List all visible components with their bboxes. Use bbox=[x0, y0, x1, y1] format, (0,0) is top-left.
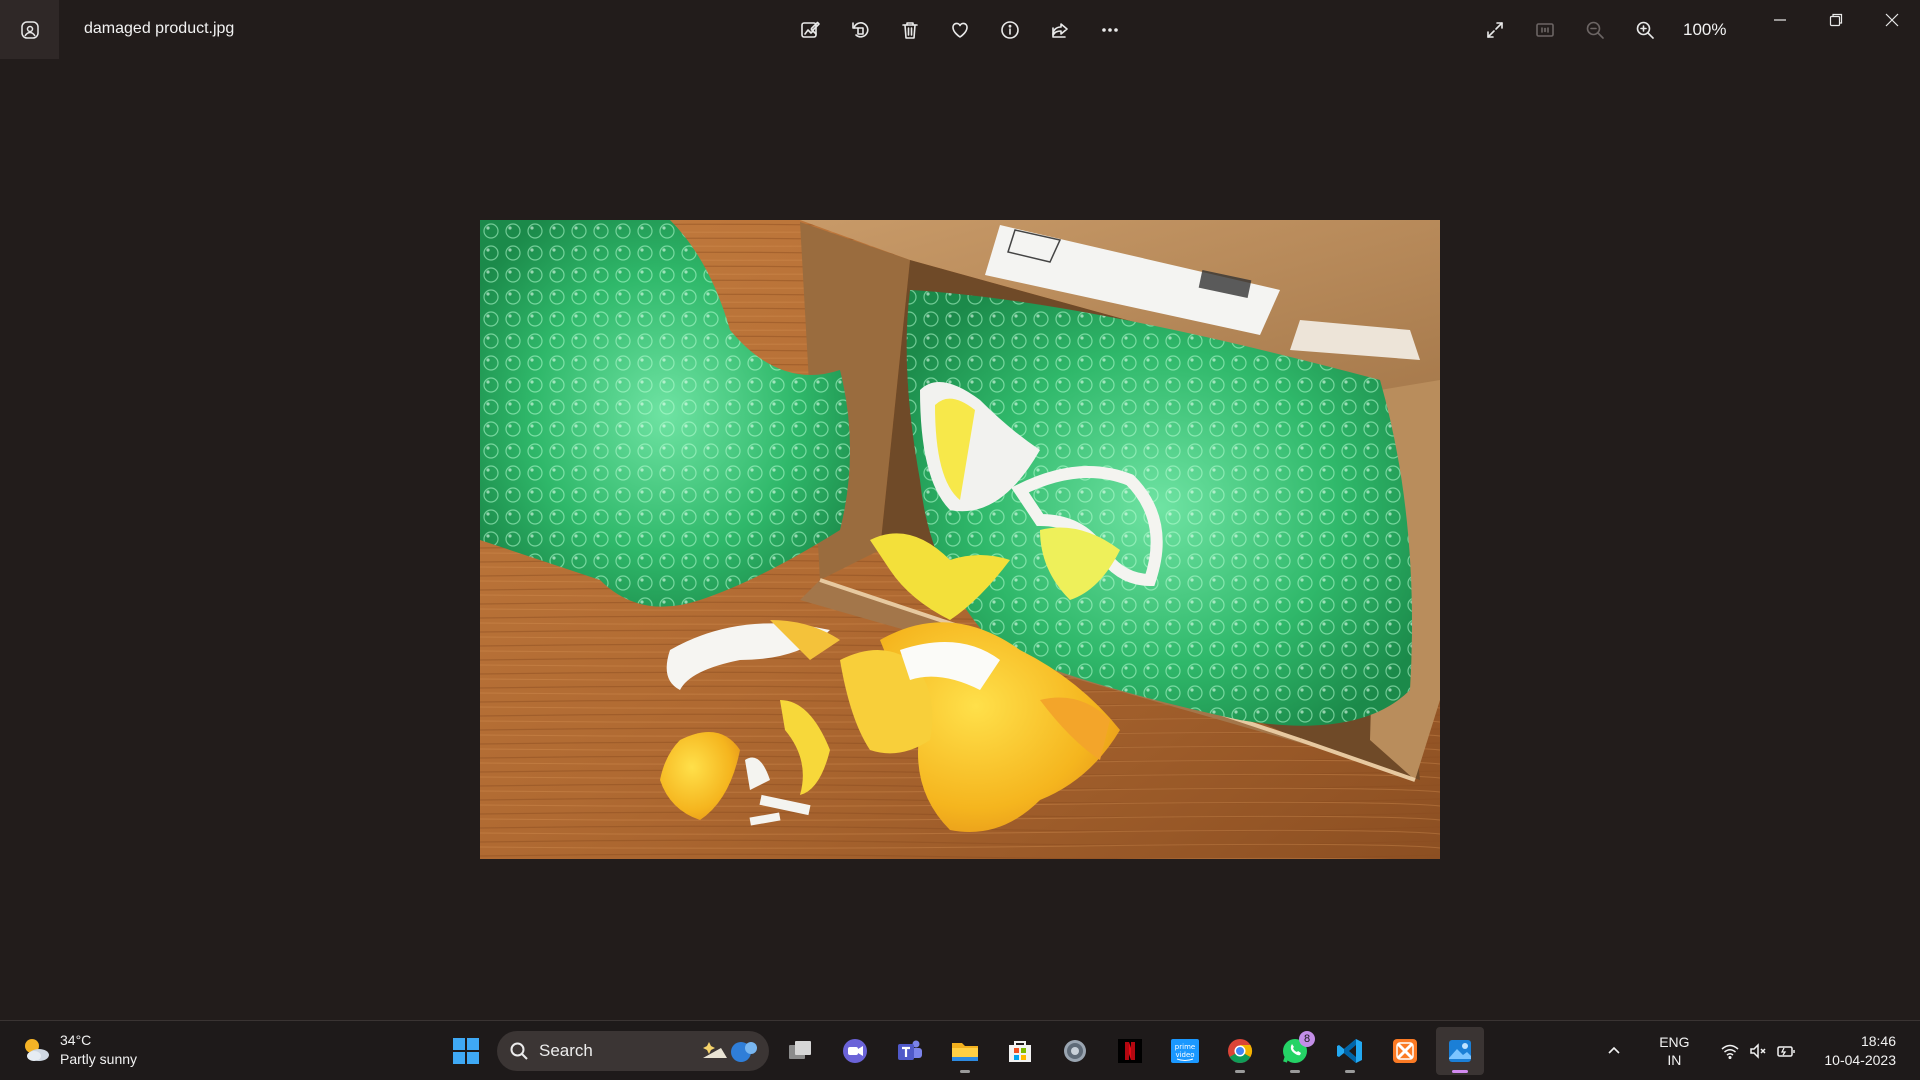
zoom-level[interactable]: 100% bbox=[1683, 20, 1727, 40]
share-icon bbox=[1052, 23, 1068, 38]
favorite-button[interactable] bbox=[940, 10, 980, 50]
weather-condition: Partly sunny bbox=[60, 1051, 138, 1067]
taskbar-apps: Search prime video 8 bbox=[442, 1027, 1484, 1075]
close-button[interactable] bbox=[1864, 0, 1920, 40]
restore-icon bbox=[1829, 13, 1843, 27]
teams-icon bbox=[898, 1040, 922, 1060]
search-highlight-icon bbox=[703, 1042, 757, 1062]
image-toolbar bbox=[790, 10, 1130, 50]
minimize-button[interactable] bbox=[1752, 0, 1808, 40]
share-button[interactable] bbox=[1040, 10, 1080, 50]
notification-badge: 8 bbox=[1299, 1031, 1315, 1047]
store-icon bbox=[1009, 1041, 1031, 1062]
clock-date: 10-04-2023 bbox=[1824, 1052, 1896, 1068]
more-options-button[interactable] bbox=[1090, 10, 1130, 50]
language-code: ENG bbox=[1659, 1034, 1690, 1050]
netflix-icon bbox=[1118, 1039, 1142, 1063]
file-name: damaged product.jpg bbox=[84, 20, 235, 37]
clock-time: 18:46 bbox=[1860, 1033, 1896, 1049]
more-icon bbox=[1102, 28, 1118, 32]
partly-sunny-icon bbox=[25, 1039, 49, 1061]
trash-icon bbox=[902, 22, 918, 39]
taskbar-search[interactable]: Search bbox=[497, 1031, 769, 1071]
task-view-icon bbox=[789, 1041, 811, 1059]
heart-icon bbox=[952, 22, 968, 38]
settings-button[interactable] bbox=[1051, 1027, 1099, 1075]
chevron-up-icon bbox=[1608, 1046, 1620, 1054]
battery-icon bbox=[1777, 1046, 1796, 1057]
chrome-button[interactable] bbox=[1216, 1027, 1264, 1075]
rotate-button[interactable] bbox=[840, 10, 880, 50]
edit-image-button[interactable] bbox=[790, 10, 830, 50]
photos-app-icon bbox=[20, 20, 39, 39]
weather-widget[interactable]: 34°C Partly sunny bbox=[20, 1031, 137, 1069]
start-button[interactable] bbox=[442, 1027, 490, 1075]
svg-text:video: video bbox=[1175, 1051, 1194, 1059]
xampp-icon bbox=[1393, 1039, 1417, 1063]
taskbar: 34°C Partly sunny Search prime video 8 E… bbox=[0, 1020, 1920, 1080]
zoom-in-button[interactable] bbox=[1625, 10, 1665, 50]
region-code: IN bbox=[1667, 1052, 1682, 1068]
prime-video-icon: prime video bbox=[1171, 1039, 1199, 1063]
minimize-icon bbox=[1774, 19, 1786, 21]
gear-icon bbox=[1064, 1040, 1086, 1062]
running-indicator bbox=[1235, 1070, 1245, 1073]
photos-button[interactable] bbox=[1436, 1027, 1484, 1075]
edit-image-icon bbox=[801, 21, 820, 38]
input-language-button[interactable]: ENG IN bbox=[1654, 1033, 1694, 1069]
clock-button[interactable]: 18:46 10-04-2023 bbox=[1824, 1032, 1896, 1070]
task-view-button[interactable] bbox=[776, 1027, 824, 1075]
search-icon bbox=[510, 1042, 528, 1060]
running-indicator bbox=[960, 1070, 970, 1073]
windows-logo-icon bbox=[453, 1038, 479, 1064]
store-button[interactable] bbox=[996, 1027, 1044, 1075]
xampp-button[interactable] bbox=[1381, 1027, 1429, 1075]
svg-text:prime: prime bbox=[1175, 1043, 1195, 1051]
running-indicator bbox=[1452, 1070, 1468, 1073]
restore-button[interactable] bbox=[1808, 0, 1864, 40]
file-info-button[interactable] bbox=[990, 10, 1030, 50]
close-icon bbox=[1885, 13, 1899, 27]
system-tray: ENG IN 18:46 10-04-2023 bbox=[1594, 1021, 1920, 1080]
running-indicator bbox=[1345, 1070, 1355, 1073]
rotate-icon bbox=[852, 22, 869, 38]
wifi-icon bbox=[1721, 1044, 1739, 1060]
photos-icon bbox=[1449, 1040, 1471, 1062]
file-explorer-button[interactable] bbox=[941, 1027, 989, 1075]
fullscreen-button[interactable] bbox=[1475, 10, 1515, 50]
zoom-out-icon bbox=[1586, 21, 1604, 39]
show-hidden-icons-button[interactable] bbox=[1594, 1043, 1634, 1059]
window-controls bbox=[1752, 0, 1920, 40]
chat-button[interactable] bbox=[831, 1027, 879, 1075]
actual-size-button[interactable] bbox=[1525, 10, 1565, 50]
vscode-icon bbox=[1337, 1039, 1362, 1063]
title-bar: damaged product.jpg 100% bbox=[0, 0, 1920, 60]
zoom-in-icon bbox=[1636, 21, 1654, 39]
expand-icon bbox=[1487, 22, 1503, 38]
teams-button[interactable] bbox=[886, 1027, 934, 1075]
zoom-out-button[interactable] bbox=[1575, 10, 1615, 50]
delete-button[interactable] bbox=[890, 10, 930, 50]
folder-icon bbox=[952, 1043, 978, 1061]
prime-video-button[interactable]: prime video bbox=[1161, 1027, 1209, 1075]
info-icon bbox=[1001, 21, 1019, 39]
netflix-button[interactable] bbox=[1106, 1027, 1154, 1075]
image-viewer[interactable] bbox=[480, 220, 1440, 859]
actual-size-icon bbox=[1536, 23, 1554, 37]
volume-muted-icon bbox=[1750, 1043, 1766, 1059]
zoom-controls: 100% bbox=[1475, 10, 1727, 50]
quick-settings-button[interactable] bbox=[1720, 1041, 1796, 1061]
search-label: Search bbox=[539, 1041, 593, 1060]
chrome-icon bbox=[1228, 1039, 1253, 1063]
damaged-product-photo bbox=[480, 220, 1440, 859]
weather-temp: 34°C bbox=[60, 1032, 92, 1048]
vscode-button[interactable] bbox=[1326, 1027, 1374, 1075]
whatsapp-button[interactable]: 8 bbox=[1271, 1027, 1319, 1075]
chat-icon bbox=[843, 1039, 867, 1063]
running-indicator bbox=[1290, 1070, 1300, 1073]
photos-app-button[interactable] bbox=[0, 0, 59, 59]
